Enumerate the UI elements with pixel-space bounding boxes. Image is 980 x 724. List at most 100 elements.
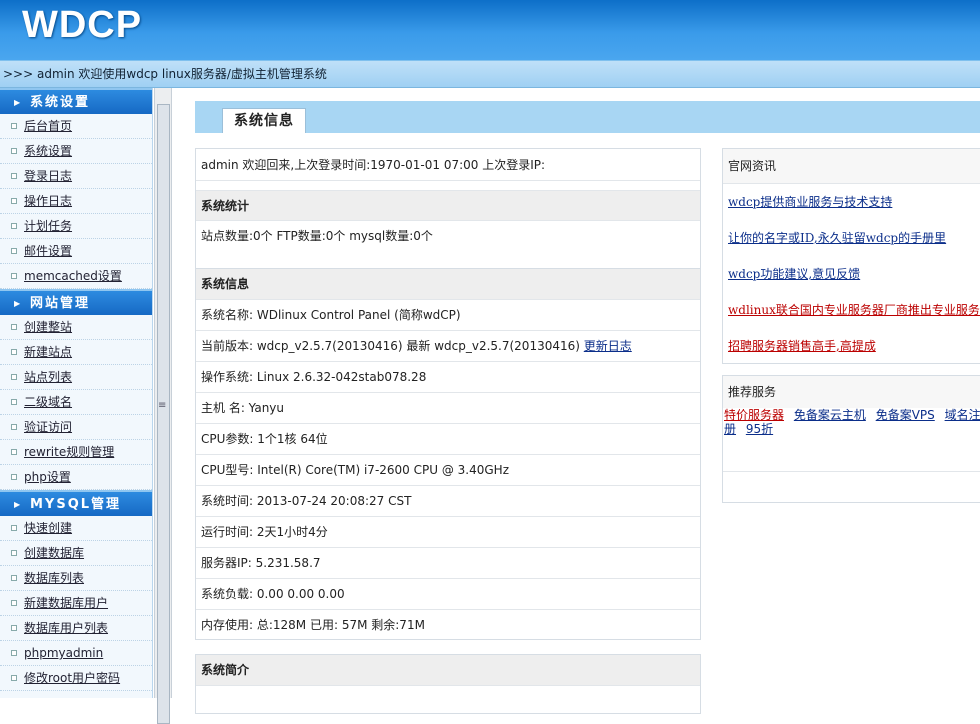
bullet-square-icon: [11, 424, 17, 430]
tab-system-info[interactable]: 系统信息: [222, 108, 306, 133]
sidebar-item[interactable]: 站点列表: [0, 365, 152, 390]
server-ip-row: 服务器IP: 5.231.58.7: [196, 548, 700, 579]
scroll-thumb[interactable]: [157, 104, 170, 724]
sidebar-item[interactable]: phpmyadmin: [0, 641, 152, 666]
sidebar-section-header[interactable]: ▶ 系统设置: [0, 88, 152, 114]
sidebar-item[interactable]: 快速创建: [0, 516, 152, 541]
news-link[interactable]: 招聘服务器销售高手,高提成: [728, 339, 876, 353]
bullet-square-icon: [11, 248, 17, 254]
sidebar-item[interactable]: rewrite规则管理: [0, 440, 152, 465]
sidebar-item[interactable]: 邮件设置: [0, 239, 152, 264]
bullet-square-icon: [11, 449, 17, 455]
service-link[interactable]: 特价服务器: [724, 408, 784, 422]
triangle-right-icon: ▶: [14, 98, 21, 107]
triangle-right-icon: ▶: [14, 299, 21, 308]
bullet-square-icon: [11, 675, 17, 681]
cpu-row: CPU参数: 1个1核 64位: [196, 424, 700, 455]
news-link[interactable]: wdlinux联合国内专业服务器厂商推出专业服务器: [728, 303, 980, 317]
bullet-square-icon: [11, 273, 17, 279]
bullet-square-icon: [11, 148, 17, 154]
sidebar-item[interactable]: 操作日志: [0, 189, 152, 214]
sidebar-item-link[interactable]: 数据库列表: [24, 571, 84, 585]
sidebar-section-header[interactable]: ▶ MYSQL管理: [0, 490, 152, 516]
sidebar: ▶ 系统设置 后台首页 系统设置 登录日志 操作日志 计划任务 邮件设置 memcached设置…: [0, 88, 153, 698]
bullet-square-icon: [11, 650, 17, 656]
stats-text: 站点数量:0个 FTP数量:0个 mysql数量:0个: [201, 229, 433, 243]
sidebar-item-link[interactable]: memcached设置: [24, 269, 122, 283]
sysinfo-panel: 系统信息 系统名称: WDlinux Control Panel (简称wdCP…: [195, 268, 701, 640]
sidebar-item[interactable]: 修改root用户密码: [0, 666, 152, 691]
main-content: 系统信息 admin 欢迎回来,上次登录时间:1970-01-01 07:00 …: [172, 88, 980, 714]
bullet-square-icon: [11, 223, 17, 229]
bullet-square-icon: [11, 600, 17, 606]
sidebar-item-link[interactable]: 系统设置: [24, 144, 72, 158]
sidebar-item-link[interactable]: rewrite规则管理: [24, 445, 114, 459]
sidebar-item-link[interactable]: 快速创建: [24, 521, 72, 535]
sidebar-item-link[interactable]: 后台首页: [24, 119, 72, 133]
news-item: wdcp功能建议,意见反馈: [723, 256, 980, 292]
sidebar-item-link[interactable]: phpmyadmin: [24, 646, 103, 660]
sidebar-item[interactable]: 系统设置: [0, 139, 152, 164]
sidebar-item-link[interactable]: 站点列表: [24, 370, 72, 384]
news-link[interactable]: wdcp提供商业服务与技术支持: [728, 195, 892, 209]
sidebar-item-link[interactable]: 登录日志: [24, 169, 72, 183]
sidebar-item[interactable]: 新建数据库用户: [0, 591, 152, 616]
sidebar-item[interactable]: 登录日志: [0, 164, 152, 189]
services-title: 推荐服务: [723, 376, 980, 408]
bullet-square-icon: [11, 123, 17, 129]
triangle-right-icon: ▶: [14, 500, 21, 509]
version-row: 当前版本: wdcp_v2.5.7(20130416) 最新 wdcp_v2.5…: [196, 331, 700, 362]
news-item: wdcp提供商业服务与技术支持: [723, 184, 980, 220]
sidebar-item[interactable]: 计划任务: [0, 214, 152, 239]
sidebar-section-title: MYSQL管理: [30, 497, 122, 512]
sidebar-item[interactable]: 后台首页: [0, 114, 152, 139]
sidebar-item-link[interactable]: 计划任务: [24, 219, 72, 233]
bullet-square-icon: [11, 173, 17, 179]
sidebar-item-link[interactable]: 数据库用户列表: [24, 621, 108, 635]
sidebar-item[interactable]: 二级域名: [0, 390, 152, 415]
sidebar-item-link[interactable]: 邮件设置: [24, 244, 72, 258]
services-panel: 推荐服务 特价服务器 免备案云主机 免备案VPS 域名注册 95折: [722, 375, 980, 503]
bullet-square-icon: [11, 198, 17, 204]
sidebar-item-link[interactable]: 修改root用户密码: [24, 671, 120, 685]
sidebar-scrollbar[interactable]: ≡: [154, 88, 172, 724]
sidebar-item-link[interactable]: 新建站点: [24, 345, 72, 359]
sidebar-item-link[interactable]: 创建数据库: [24, 546, 84, 560]
changelog-link[interactable]: 更新日志: [584, 339, 632, 353]
sidebar-item[interactable]: 数据库列表: [0, 566, 152, 591]
sidebar-section-title: 系统设置: [30, 95, 91, 110]
os-row: 操作系统: Linux 2.6.32-042stab078.28: [196, 362, 700, 393]
news-list: wdcp提供商业服务与技术支持让你的名字或ID,永久驻留wdcp的手册里 wdcp…: [723, 184, 980, 364]
memory-row: 内存使用: 总:128M 已用: 57M 剩余:71M: [201, 618, 425, 632]
sidebar-item-link[interactable]: 创建整站: [24, 320, 72, 334]
bullet-square-icon: [11, 324, 17, 330]
service-link[interactable]: 免备案云主机: [794, 408, 866, 422]
bullet-square-icon: [11, 550, 17, 556]
news-link[interactable]: wdcp功能建议,意见反馈: [728, 267, 860, 281]
sidebar-item-link[interactable]: 操作日志: [24, 194, 72, 208]
news-link[interactable]: 让你的名字或ID,永久驻留wdcp的手册里: [728, 231, 946, 245]
sidebar-section-header[interactable]: ▶ 网站管理: [0, 289, 152, 315]
sidebar-item[interactable]: 数据库用户列表: [0, 616, 152, 641]
welcome-panel: admin 欢迎回来,上次登录时间:1970-01-01 07:00 上次登录I…: [195, 148, 701, 274]
sidebar-item[interactable]: php设置: [0, 465, 152, 490]
sidebar-item-link[interactable]: 验证访问: [24, 420, 72, 434]
grip-icon: ≡: [158, 400, 167, 411]
news-item: 让你的名字或ID,永久驻留wdcp的手册里: [723, 220, 980, 256]
sidebar-item[interactable]: 创建数据库: [0, 541, 152, 566]
bullet-square-icon: [11, 575, 17, 581]
news-title: 官网资讯: [723, 149, 980, 184]
hostname-row: 主机 名: Yanyu: [196, 393, 700, 424]
news-item: 招聘服务器销售高手,高提成: [723, 328, 980, 364]
sidebar-item[interactable]: 新建站点: [0, 340, 152, 365]
services-links: 特价服务器 免备案云主机 免备案VPS 域名注册 95折: [723, 408, 980, 472]
sidebar-item-link[interactable]: php设置: [24, 470, 71, 484]
sidebar-item[interactable]: memcached设置: [0, 264, 152, 289]
sidebar-item[interactable]: 验证访问: [0, 415, 152, 440]
service-link[interactable]: 免备案VPS: [876, 408, 935, 422]
sidebar-item-link[interactable]: 二级域名: [24, 395, 72, 409]
sidebar-item[interactable]: 创建整站: [0, 315, 152, 340]
welcome-text: admin 欢迎回来,上次登录时间:1970-01-01 07:00 上次登录I…: [196, 149, 700, 181]
service-link[interactable]: 95折: [746, 422, 773, 436]
sidebar-item-link[interactable]: 新建数据库用户: [24, 596, 108, 610]
